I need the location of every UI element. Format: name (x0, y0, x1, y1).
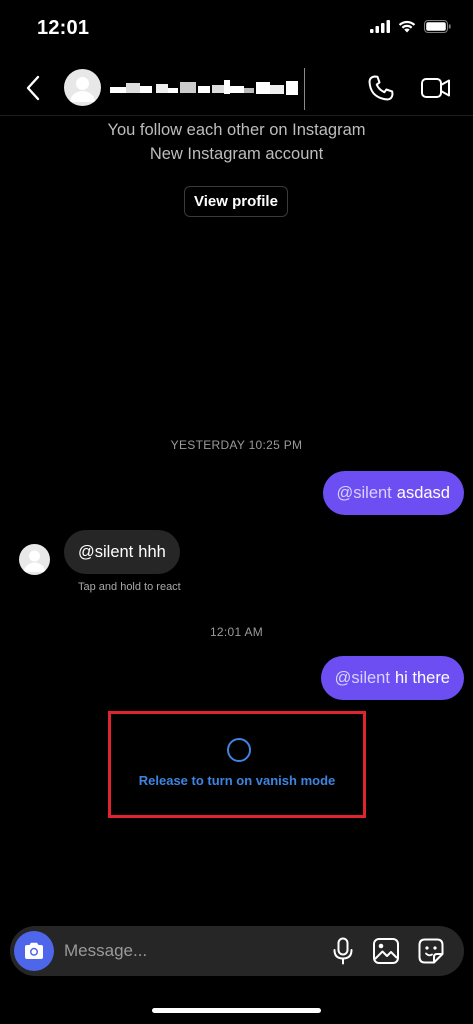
default-avatar-icon (70, 77, 95, 102)
voice-message-button[interactable] (330, 937, 356, 965)
chevron-left-icon (26, 75, 40, 101)
outgoing-message-bubble[interactable]: @silent hi there (320, 656, 464, 700)
home-indicator[interactable] (152, 1008, 321, 1013)
image-gallery-icon (373, 938, 399, 964)
mention-link[interactable]: @silent (337, 484, 392, 503)
follow-status-text: You follow each other on Instagram (107, 121, 366, 139)
status-time: 12:01 (37, 17, 90, 39)
video-call-button[interactable] (420, 73, 452, 103)
mention-link[interactable]: @silent (335, 669, 390, 688)
camera-icon (25, 942, 43, 959)
message-text: hhh (138, 542, 166, 561)
message-composer (10, 926, 464, 976)
sender-avatar[interactable] (19, 544, 50, 575)
sticker-icon (418, 938, 444, 964)
gallery-button[interactable] (372, 937, 400, 965)
microphone-icon (333, 937, 353, 965)
header-divider (304, 68, 305, 110)
vanish-progress-ring (227, 738, 251, 762)
incoming-message-bubble[interactable]: @silent hhh (64, 530, 180, 574)
vanish-mode-label: Release to turn on vanish mode (138, 773, 336, 788)
camera-button[interactable] (14, 931, 54, 971)
back-button[interactable] (20, 72, 46, 104)
message-timestamp: 12:01 AM (209, 625, 264, 639)
phone-icon (368, 75, 394, 101)
contact-avatar[interactable] (64, 69, 101, 106)
battery-icon (424, 20, 451, 33)
status-bar: 12:01 (0, 0, 473, 56)
message-timestamp: YESTERDAY 10:25 PM (170, 438, 303, 452)
redacted-username[interactable] (110, 78, 298, 98)
cellular-signal-icon (370, 20, 390, 33)
wifi-icon (398, 20, 416, 33)
voice-call-button[interactable] (366, 73, 396, 103)
message-input[interactable] (64, 937, 314, 965)
message-text: hi there (394, 668, 450, 687)
mention-link[interactable]: @silent (78, 543, 133, 562)
default-avatar-icon (24, 550, 45, 572)
view-profile-button[interactable]: View profile (184, 186, 288, 217)
vanish-mode-highlight: Release to turn on vanish mode (108, 711, 366, 818)
message-text: asdasd (396, 483, 450, 502)
account-age-text: New Instagram account (149, 145, 324, 163)
video-camera-icon (421, 78, 450, 98)
profile-info: You follow each other on Instagram New I… (0, 118, 473, 166)
conversation-header (0, 60, 473, 116)
status-icons (370, 20, 451, 33)
outgoing-message-bubble[interactable]: @silent asdasd (322, 471, 464, 515)
react-hint: Tap and hold to react (78, 581, 181, 593)
sticker-button[interactable] (417, 937, 445, 965)
